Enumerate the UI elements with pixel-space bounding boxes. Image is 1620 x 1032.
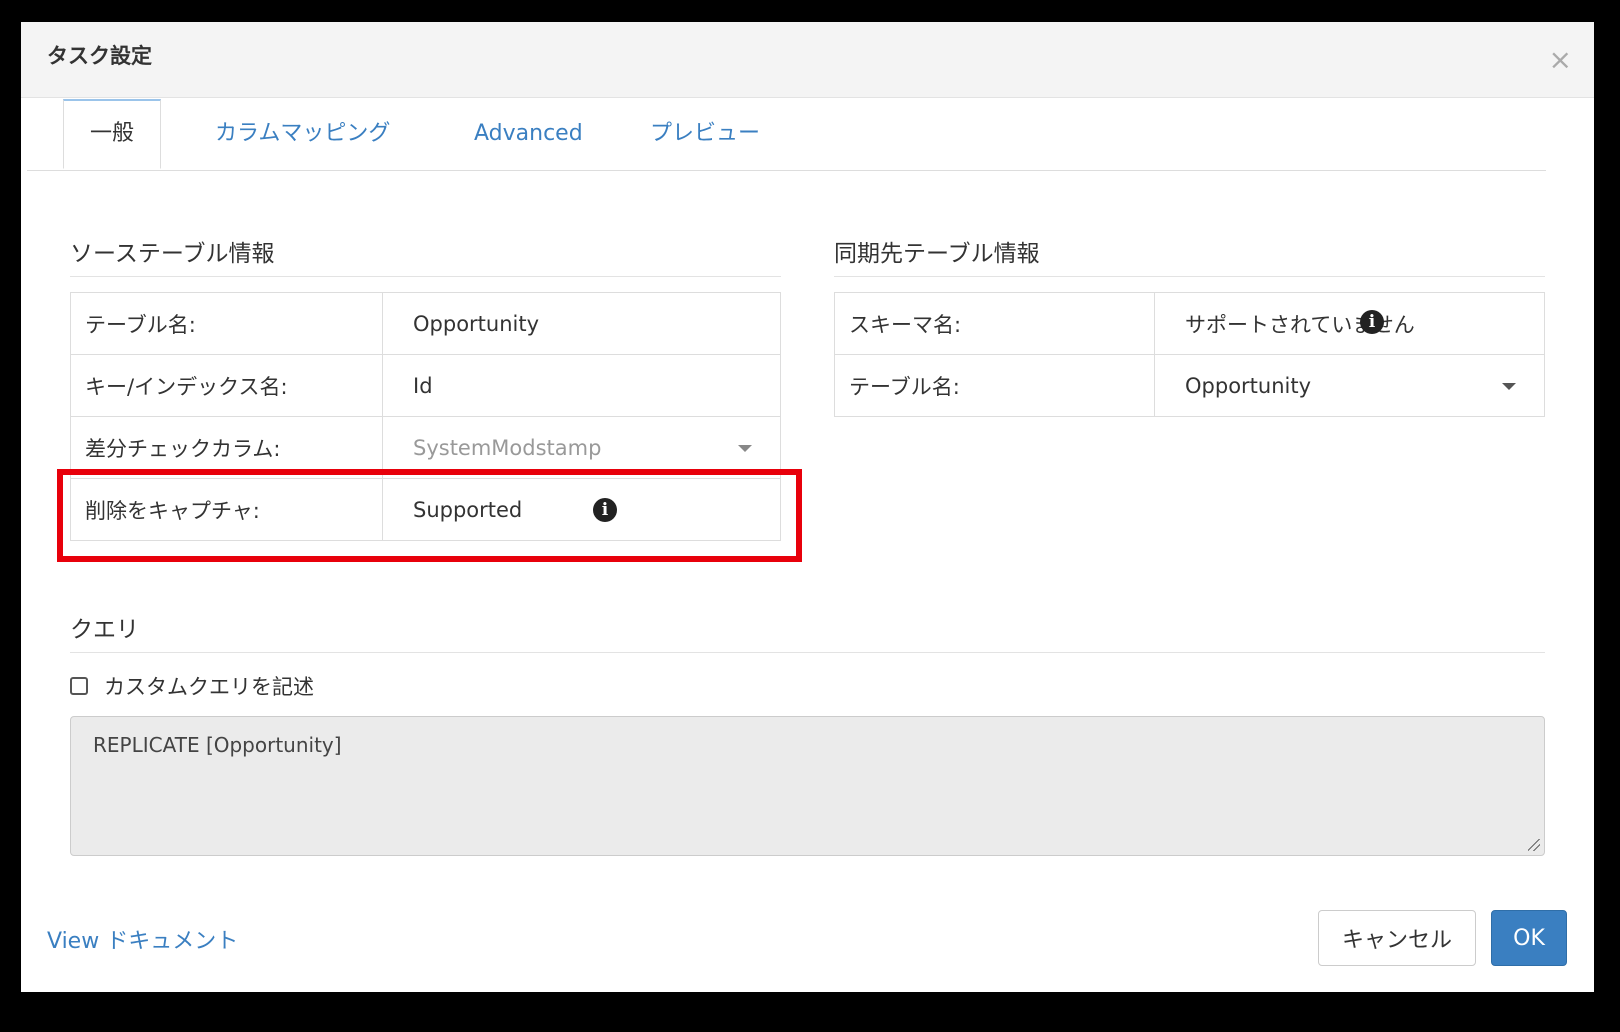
table-row: 差分チェックカラム: SystemModstamp xyxy=(70,416,781,479)
diff-check-column-select[interactable]: SystemModstamp xyxy=(382,416,781,479)
ok-button[interactable]: OK xyxy=(1491,910,1567,966)
tab-general[interactable]: 一般 xyxy=(63,99,161,169)
custom-query-option[interactable]: カスタムクエリを記述 xyxy=(70,671,314,701)
dest-table-name-value: Opportunity xyxy=(1185,373,1312,398)
tab-preview[interactable]: プレビュー xyxy=(650,99,760,169)
query-text: REPLICATE [Opportunity] xyxy=(93,733,342,757)
table-row: テーブル名: Opportunity xyxy=(70,292,781,355)
key-index-label: キー/インデックス名: xyxy=(70,354,383,417)
diff-check-column-label: 差分チェックカラム: xyxy=(70,416,383,479)
chevron-down-icon xyxy=(738,444,752,452)
source-table-name-label: テーブル名: xyxy=(70,292,383,355)
dest-table-name-label: テーブル名: xyxy=(834,354,1155,417)
source-section-title: ソーステーブル情報 xyxy=(70,234,781,277)
table-row: 削除をキャプチャ: Supported i xyxy=(70,478,781,541)
info-icon[interactable]: i xyxy=(593,497,617,522)
key-index-value: Id xyxy=(382,354,781,417)
query-section-title: クエリ xyxy=(70,610,1545,653)
table-row: テーブル名: Opportunity xyxy=(834,354,1545,417)
chevron-down-icon xyxy=(1502,382,1516,390)
info-icon[interactable]: i xyxy=(1360,309,1384,334)
custom-query-checkbox[interactable] xyxy=(70,677,88,695)
view-document-link[interactable]: View ドキュメント xyxy=(47,923,238,955)
close-icon[interactable]: × xyxy=(1549,46,1572,74)
tab-advanced[interactable]: Advanced xyxy=(474,99,583,169)
capture-delete-value: Supported xyxy=(413,497,523,522)
dest-section-title: 同期先テーブル情報 xyxy=(834,234,1545,277)
custom-query-label: カスタムクエリを記述 xyxy=(104,675,314,699)
tab-column-mapping[interactable]: カラムマッピング xyxy=(215,99,390,169)
dialog-header: タスク設定 × xyxy=(21,22,1594,98)
capture-delete-cell: Supported i xyxy=(382,478,781,541)
dest-table-info: スキーマ名: サポートされていません i テーブル名: Opportunity xyxy=(834,292,1545,417)
query-textarea[interactable]: REPLICATE [Opportunity] xyxy=(70,716,1545,856)
dest-table-name-select[interactable]: Opportunity xyxy=(1154,354,1545,417)
table-row: スキーマ名: サポートされていません i xyxy=(834,292,1545,355)
diff-check-column-value: SystemModstamp xyxy=(413,435,602,460)
cancel-button[interactable]: キャンセル xyxy=(1318,910,1476,966)
schema-name-label: スキーマ名: xyxy=(834,292,1155,355)
resize-grip-icon[interactable] xyxy=(1528,839,1540,851)
source-table-info: テーブル名: Opportunity キー/インデックス名: Id 差分チェック… xyxy=(70,292,781,541)
tab-bar: 一般 カラムマッピング Advanced プレビュー xyxy=(27,99,1546,171)
table-row: キー/インデックス名: Id xyxy=(70,354,781,417)
source-table-name-value: Opportunity xyxy=(382,292,781,355)
capture-delete-label: 削除をキャプチャ: xyxy=(70,478,383,541)
schema-name-cell: サポートされていません i xyxy=(1154,292,1545,355)
dialog-title: タスク設定 xyxy=(47,44,152,68)
